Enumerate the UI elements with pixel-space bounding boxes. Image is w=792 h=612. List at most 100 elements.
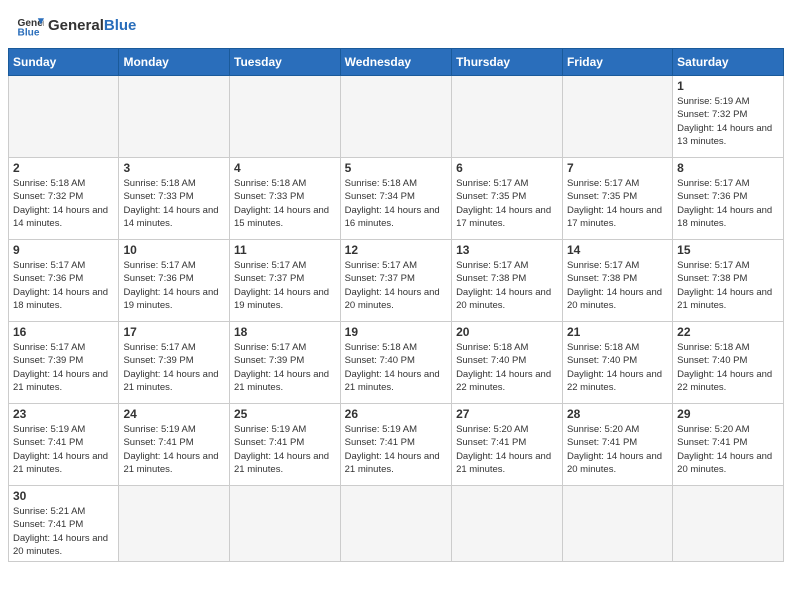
day-info: Sunrise: 5:18 AMSunset: 7:40 PMDaylight:… [567,341,668,394]
calendar-day-cell [9,76,119,158]
day-info: Sunrise: 5:18 AMSunset: 7:33 PMDaylight:… [234,177,336,230]
calendar-day-header: Tuesday [230,49,341,76]
day-info: Sunrise: 5:18 AMSunset: 7:34 PMDaylight:… [345,177,447,230]
day-number: 8 [677,161,779,175]
day-number: 6 [456,161,558,175]
day-number: 22 [677,325,779,339]
day-info: Sunrise: 5:19 AMSunset: 7:32 PMDaylight:… [677,95,779,148]
day-info: Sunrise: 5:17 AMSunset: 7:36 PMDaylight:… [677,177,779,230]
day-info: Sunrise: 5:17 AMSunset: 7:39 PMDaylight:… [123,341,225,394]
day-number: 17 [123,325,225,339]
day-number: 12 [345,243,447,257]
day-number: 26 [345,407,447,421]
calendar-day-cell: 19Sunrise: 5:18 AMSunset: 7:40 PMDayligh… [340,322,451,404]
day-number: 28 [567,407,668,421]
calendar-day-cell: 16Sunrise: 5:17 AMSunset: 7:39 PMDayligh… [9,322,119,404]
calendar-day-cell: 20 Sunrise: 5:18 AMSunset: 7:40 PMDayligh… [452,322,563,404]
day-number: 30 [13,489,114,503]
calendar-day-header: Friday [562,49,672,76]
calendar-day-cell: 3Sunrise: 5:18 AMSunset: 7:33 PMDaylight… [119,158,230,240]
calendar-day-cell: 22 Sunrise: 5:18 AMSunset: 7:40 PMDayligh… [673,322,784,404]
day-info: Sunrise: 5:21 AMSunset: 7:41 PMDaylight:… [13,505,114,558]
day-info: Sunrise: 5:17 AMSunset: 7:38 PMDaylight:… [677,259,779,312]
calendar-day-cell [230,76,341,158]
calendar-day-cell: 1 Sunrise: 5:19 AMSunset: 7:32 PMDaylight… [673,76,784,158]
day-number: 11 [234,243,336,257]
calendar-day-cell [340,486,451,562]
day-info: Sunrise: 5:20 AMSunset: 7:41 PMDaylight:… [567,423,668,476]
calendar-day-cell: 12 Sunrise: 5:17 AMSunset: 7:37 PMDayligh… [340,240,451,322]
day-number: 25 [234,407,336,421]
calendar-day-cell: 7Sunrise: 5:17 AMSunset: 7:35 PMDaylight… [562,158,672,240]
calendar-day-cell: 11 Sunrise: 5:17 AMSunset: 7:37 PMDayligh… [230,240,341,322]
day-number: 9 [13,243,114,257]
calendar-wrapper: SundayMondayTuesdayWednesdayThursdayFrid… [0,48,792,570]
calendar-day-cell: 10 Sunrise: 5:17 AMSunset: 7:36 PMDayligh… [119,240,230,322]
calendar-day-header: Monday [119,49,230,76]
page-header: General Blue GeneralBlue [0,0,792,48]
day-info: Sunrise: 5:18 AMSunset: 7:40 PMDaylight:… [456,341,558,394]
calendar-week-row: 1 Sunrise: 5:19 AMSunset: 7:32 PMDaylight… [9,76,784,158]
calendar-day-cell: 25 Sunrise: 5:19 AMSunset: 7:41 PMDayligh… [230,404,341,486]
calendar-week-row: 16Sunrise: 5:17 AMSunset: 7:39 PMDayligh… [9,322,784,404]
day-number: 29 [677,407,779,421]
day-info: Sunrise: 5:20 AMSunset: 7:41 PMDaylight:… [677,423,779,476]
calendar-day-cell [119,486,230,562]
calendar-week-row: 30 Sunrise: 5:21 AMSunset: 7:41 PMDayligh… [9,486,784,562]
calendar-day-cell [119,76,230,158]
calendar-day-cell [673,486,784,562]
calendar-day-header: Sunday [9,49,119,76]
day-info: Sunrise: 5:19 AMSunset: 7:41 PMDaylight:… [345,423,447,476]
day-info: Sunrise: 5:19 AMSunset: 7:41 PMDaylight:… [13,423,114,476]
calendar-day-cell: 9 Sunrise: 5:17 AMSunset: 7:36 PMDaylight… [9,240,119,322]
day-number: 23 [13,407,114,421]
calendar-day-cell [562,76,672,158]
day-info: Sunrise: 5:20 AMSunset: 7:41 PMDaylight:… [456,423,558,476]
calendar-day-cell: 21 Sunrise: 5:18 AMSunset: 7:40 PMDayligh… [562,322,672,404]
day-info: Sunrise: 5:18 AMSunset: 7:32 PMDaylight:… [13,177,114,230]
calendar-day-cell: 5 Sunrise: 5:18 AMSunset: 7:34 PMDaylight… [340,158,451,240]
day-number: 10 [123,243,225,257]
calendar-day-cell: 28 Sunrise: 5:20 AMSunset: 7:41 PMDayligh… [562,404,672,486]
calendar-day-header: Saturday [673,49,784,76]
calendar-day-cell: 15Sunrise: 5:17 AMSunset: 7:38 PMDayligh… [673,240,784,322]
day-info: Sunrise: 5:17 AMSunset: 7:38 PMDaylight:… [567,259,668,312]
calendar-day-cell [562,486,672,562]
day-info: Sunrise: 5:17 AMSunset: 7:36 PMDaylight:… [123,259,225,312]
day-number: 2 [13,161,114,175]
day-info: Sunrise: 5:18 AMSunset: 7:40 PMDaylight:… [677,341,779,394]
calendar-day-cell [230,486,341,562]
calendar-day-cell: 23 Sunrise: 5:19 AMSunset: 7:41 PMDayligh… [9,404,119,486]
calendar-day-cell: 27 Sunrise: 5:20 AMSunset: 7:41 PMDayligh… [452,404,563,486]
day-number: 20 [456,325,558,339]
calendar-day-cell: 17 Sunrise: 5:17 AMSunset: 7:39 PMDayligh… [119,322,230,404]
day-number: 7 [567,161,668,175]
day-info: Sunrise: 5:18 AMSunset: 7:33 PMDaylight:… [123,177,225,230]
day-info: Sunrise: 5:17 AMSunset: 7:36 PMDaylight:… [13,259,114,312]
day-number: 1 [677,79,779,93]
day-number: 5 [345,161,447,175]
calendar-day-cell: 2 Sunrise: 5:18 AMSunset: 7:32 PMDaylight… [9,158,119,240]
calendar-day-cell: 26 Sunrise: 5:19 AMSunset: 7:41 PMDayligh… [340,404,451,486]
calendar-day-cell: 13 Sunrise: 5:17 AMSunset: 7:38 PMDayligh… [452,240,563,322]
day-number: 4 [234,161,336,175]
general-blue-icon: General Blue [16,12,44,40]
calendar-day-cell: 18 Sunrise: 5:17 AMSunset: 7:39 PMDayligh… [230,322,341,404]
day-number: 27 [456,407,558,421]
calendar-week-row: 9 Sunrise: 5:17 AMSunset: 7:36 PMDaylight… [9,240,784,322]
day-info: Sunrise: 5:17 AMSunset: 7:39 PMDaylight:… [234,341,336,394]
day-info: Sunrise: 5:17 AMSunset: 7:37 PMDaylight:… [234,259,336,312]
day-number: 18 [234,325,336,339]
day-info: Sunrise: 5:17 AMSunset: 7:38 PMDaylight:… [456,259,558,312]
day-number: 13 [456,243,558,257]
day-info: Sunrise: 5:19 AMSunset: 7:41 PMDaylight:… [123,423,225,476]
calendar-table: SundayMondayTuesdayWednesdayThursdayFrid… [8,48,784,562]
day-number: 21 [567,325,668,339]
logo-text: GeneralBlue [48,18,136,35]
calendar-day-cell: 4 Sunrise: 5:18 AMSunset: 7:33 PMDaylight… [230,158,341,240]
calendar-header-row: SundayMondayTuesdayWednesdayThursdayFrid… [9,49,784,76]
day-info: Sunrise: 5:19 AMSunset: 7:41 PMDaylight:… [234,423,336,476]
calendar-day-header: Thursday [452,49,563,76]
calendar-day-header: Wednesday [340,49,451,76]
day-info: Sunrise: 5:17 AMSunset: 7:37 PMDaylight:… [345,259,447,312]
